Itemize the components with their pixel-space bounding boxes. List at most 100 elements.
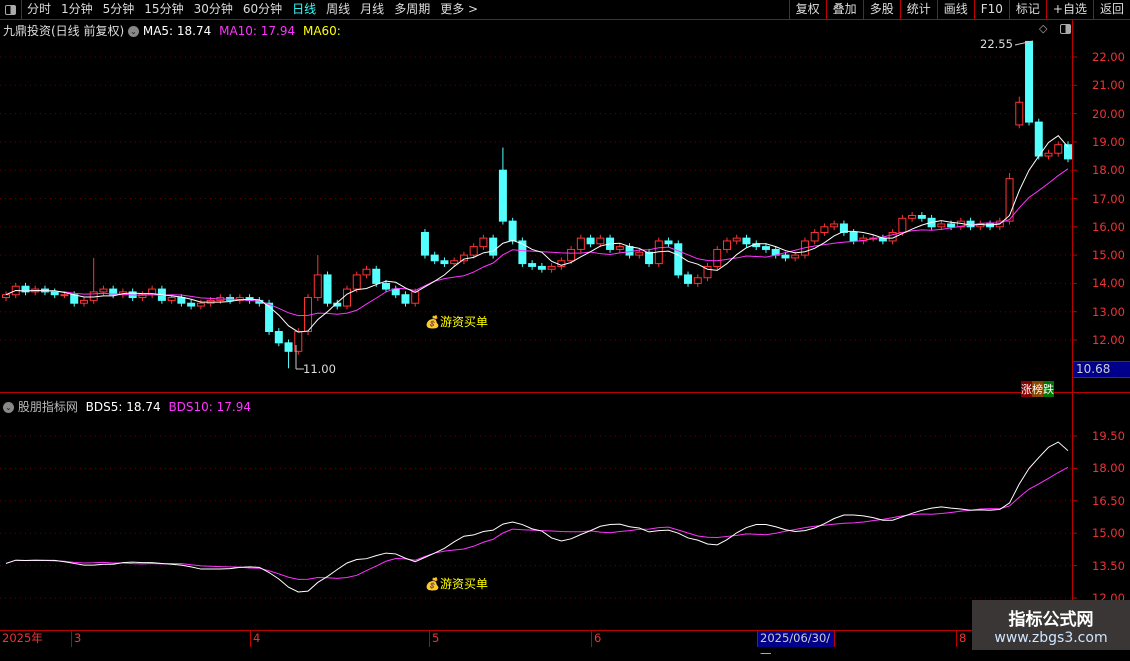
signal-marker-sub: 💰游资买单 [425,577,488,591]
date-label: 4 [250,631,260,647]
candle-down[interactable] [274,331,283,344]
price-tick: 18.00 [1092,461,1125,476]
low-price-label: 11.00 [303,362,336,376]
candle-down[interactable] [761,246,770,250]
candle-up[interactable] [60,294,69,297]
candle-down[interactable] [440,260,449,265]
candle-up[interactable] [830,223,839,228]
candle-up[interactable] [89,291,98,301]
candle-down[interactable] [537,265,546,270]
bds10-label: BDS10: 17.94 [168,400,252,414]
diamond-icon[interactable]: ◇ [1039,22,1047,35]
candle-up[interactable] [411,291,420,304]
candle-up[interactable] [196,302,205,307]
candle-down[interactable] [664,240,673,245]
candle-down[interactable] [947,223,956,228]
date-label: 6 [591,631,601,647]
chevron-down-icon[interactable]: ⌄ [128,26,140,37]
candle-down[interactable] [420,231,429,256]
candle-down[interactable] [674,243,683,276]
candle-down[interactable] [284,342,293,352]
candle-up[interactable] [313,274,322,299]
candle-down[interactable] [498,169,507,222]
candle-up[interactable] [99,288,108,293]
candle-up[interactable] [352,274,361,290]
candle-down[interactable] [70,294,79,304]
candle-up[interactable] [820,226,829,233]
candle-up[interactable] [635,251,644,256]
candle-up[interactable] [810,231,819,242]
candle-up[interactable] [791,254,800,259]
candle-up[interactable] [1044,152,1053,157]
candle-up[interactable] [898,217,907,233]
candle-up[interactable] [937,223,946,228]
candle-up[interactable] [693,277,702,284]
candle-up[interactable] [713,248,722,267]
sub-legend: ⌄ 股朋指标网 BDS5: 18.74 BDS10: 17.94 [3,398,251,415]
bds5-line [5,441,1069,593]
candle-up[interactable] [1054,144,1063,154]
candle-down[interactable] [187,302,196,307]
candle-down[interactable] [781,254,790,259]
candle-up[interactable] [615,246,624,250]
date-label: 8 [956,631,966,647]
candle-down[interactable] [684,274,693,284]
candle-down[interactable] [742,237,751,245]
candle-down[interactable] [849,231,858,242]
money-bag-icon: 💰 [425,577,440,591]
cursor-date: 2025/06/30/— [757,631,835,660]
price-tick: 16.00 [1092,219,1125,234]
price-axis-line [1072,20,1073,650]
candle-up[interactable] [343,288,352,307]
candle-up[interactable] [469,246,478,256]
price-tick: 19.00 [1092,134,1125,149]
watermark-title: 指标公式网 [1008,610,1094,630]
candle-down[interactable] [966,220,975,228]
candle-up[interactable] [362,268,371,276]
candle-down[interactable] [1025,40,1034,123]
candle-down[interactable] [508,220,517,242]
candle-up[interactable] [2,294,10,299]
candle-up[interactable] [596,237,605,245]
candle-up[interactable] [567,248,576,262]
candle-up[interactable] [722,240,731,250]
price-tick: 19.50 [1092,429,1125,443]
candle-up[interactable] [459,254,468,262]
rank-badge[interactable]: 涨 榜 跌 [1021,381,1054,397]
panel-toggle-icon[interactable] [1060,24,1071,34]
candle-down[interactable] [1034,121,1043,157]
candle-up[interactable] [450,260,459,265]
date-label: 5 [429,631,439,647]
main-legend: 九鼎投资(日线 前复权) ⌄ MA5: 18.74 MA10: 17.94 MA… [3,22,341,39]
candle-down[interactable] [917,214,926,219]
candle-down[interactable] [528,263,537,267]
price-tick: 15.00 [1092,526,1125,541]
date-label: 2025年 [2,631,43,645]
candle-down[interactable] [177,297,186,304]
chevron-down-icon[interactable]: ⌄ [3,402,14,413]
candle-up[interactable] [479,237,488,248]
candle-up[interactable] [908,214,917,219]
candle-up[interactable] [1015,101,1024,126]
candle-up[interactable] [547,265,556,270]
watermark: 指标公式网 www.zbgs3.com [972,600,1130,650]
candle-down[interactable] [430,254,439,262]
candle-up[interactable] [732,237,741,242]
candle-down[interactable] [489,237,498,256]
candle-down[interactable] [586,237,595,245]
candle-down[interactable] [381,282,390,290]
candle-down[interactable] [323,274,332,304]
candle-up[interactable] [576,237,585,250]
bds10-line [5,466,1069,580]
kline-chart[interactable] [0,0,1130,650]
price-tick: 15.00 [1092,248,1125,263]
price-tick: 20.00 [1092,106,1125,121]
candle-down[interactable] [50,291,59,296]
candle-down[interactable] [401,294,410,304]
candle-down[interactable] [391,288,400,296]
candle-down[interactable] [372,268,381,284]
candle-up[interactable] [79,299,88,304]
candle-down[interactable] [265,302,274,333]
candle-down[interactable] [645,251,654,265]
candle-up[interactable] [167,297,176,301]
